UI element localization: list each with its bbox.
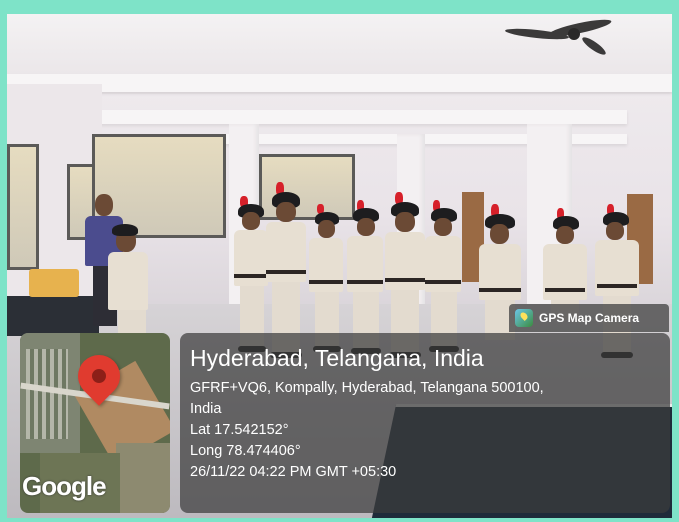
ceiling-beam	[7, 74, 672, 92]
address-line-1: GFRF+VQ6, Kompally, Hyderabad, Telangana…	[190, 380, 544, 396]
photo-frame: GPS Map Camera Google Hyderabad, Telanga…	[0, 0, 679, 522]
window	[7, 144, 39, 270]
lamp-items	[29, 269, 79, 297]
gps-map-camera-icon	[515, 309, 533, 327]
gps-map-camera-label: GPS Map Camera	[539, 311, 640, 325]
latitude: Lat 17.542152°	[190, 422, 289, 438]
ceiling-fan-icon	[505, 19, 612, 55]
window	[259, 154, 355, 220]
location-info-panel: Hyderabad, Telangana, India GFRF+VQ6, Ko…	[180, 333, 670, 513]
map-thumbnail: Google	[20, 333, 170, 513]
location-title: Hyderabad, Telangana, India	[190, 345, 484, 371]
timestamp: 26/11/22 04:22 PM GMT +05:30	[190, 464, 397, 480]
gps-map-camera-badge: GPS Map Camera	[509, 304, 669, 332]
table	[7, 296, 99, 336]
google-logo: Google	[22, 471, 107, 501]
address-line-2: India	[190, 401, 222, 417]
longitude: Long 78.474406°	[190, 443, 301, 459]
ceiling-beam	[67, 110, 627, 124]
